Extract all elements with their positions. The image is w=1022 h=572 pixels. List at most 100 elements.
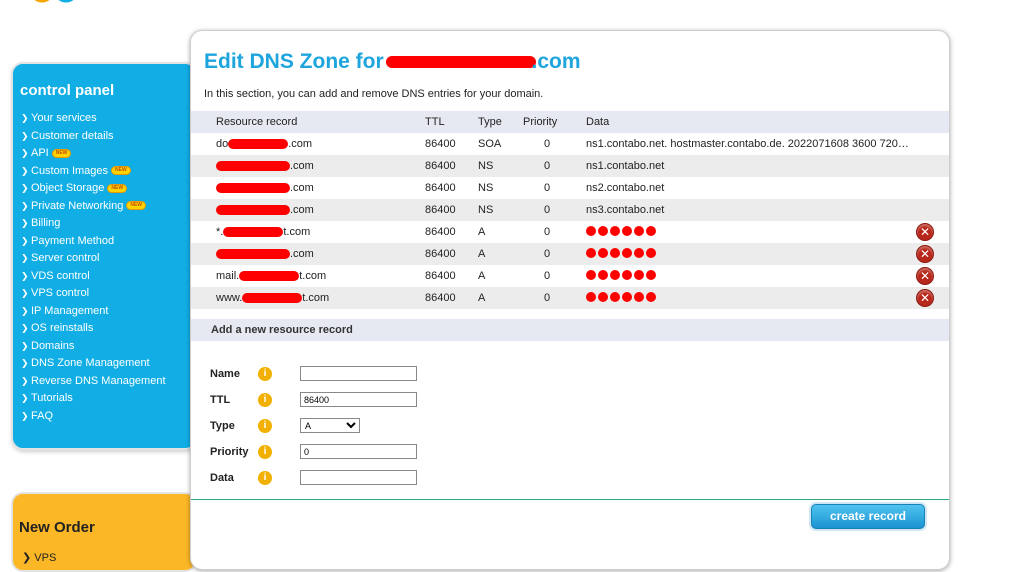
info-icon[interactable]: i: [258, 445, 272, 459]
record-ttl-cell-text: 86400: [425, 204, 456, 216]
record-name-suffix: t.com: [302, 292, 330, 304]
type-select[interactable]: A: [300, 418, 360, 433]
sidebar-item-private-networking[interactable]: ❯ Private Networking NEW: [21, 198, 166, 216]
record-name-cell: mail. t.com: [191, 265, 425, 287]
redaction-mark: [223, 227, 284, 238]
sidebar-item-reverse-dns-management[interactable]: ❯ Reverse DNS Management: [21, 373, 166, 391]
sidebar-item-vds-control[interactable]: ❯ VDS control: [21, 268, 166, 286]
record-type-cell: NS: [478, 177, 523, 199]
record-name-prefix: do: [216, 138, 229, 150]
column-header-actions: [916, 111, 949, 133]
sidebar-item-vps-control[interactable]: ❯ VPS control: [21, 285, 166, 303]
record-name-suffix: t.com: [283, 226, 311, 238]
record-data-cell-text: ns1.contabo.net. hostmaster.contabo.de. …: [586, 138, 909, 150]
control-panel-sidebar: control panel ❯ Your services ❯ Customer de…: [11, 62, 197, 450]
intro-text: In this section, you can add and remove …: [204, 88, 544, 100]
chevron-right-icon: ❯: [21, 148, 29, 158]
create-record-button[interactable]: create record: [811, 504, 925, 529]
column-header-resource-record: Resource record: [191, 111, 425, 133]
record-ttl-cell: 86400: [425, 287, 478, 309]
sidebar-item-label: Reverse DNS Management: [31, 374, 166, 387]
record-name-cell: .com: [191, 199, 425, 221]
sidebar-item-ip-management[interactable]: ❯ IP Management: [21, 303, 166, 321]
chevron-right-icon: ❯: [21, 375, 29, 386]
column-header-type: Type: [478, 111, 523, 133]
priority-input[interactable]: [300, 444, 417, 459]
table-row: mail. t.com 86400 A 0 ✕: [191, 265, 949, 287]
record-priority-cell: 0: [523, 177, 586, 199]
table-row: .com 86400 NS 0 ns2.contabo.net: [191, 177, 949, 199]
delete-record-icon[interactable]: ✕: [916, 223, 934, 241]
chevron-right-icon: ❯: [21, 305, 29, 316]
sidebar-item-domains[interactable]: ❯ Domains: [21, 338, 166, 356]
sidebar-item-customer-details[interactable]: ❯ Customer details: [21, 128, 166, 146]
sidebar-item-label: Private Networking: [31, 199, 124, 212]
chevron-right-icon: ❯: [21, 270, 29, 281]
record-actions-cell: ✕: [916, 287, 949, 309]
record-data-cell-text: ns3.contabo.net: [586, 204, 665, 216]
ttl-label: TTL: [210, 394, 231, 406]
sidebar-item-label: Billing: [31, 217, 61, 229]
column-header-ttl: TTL: [425, 111, 478, 133]
record-name-prefix: *.: [216, 226, 224, 238]
record-data-cell: ns2.contabo.net: [586, 177, 916, 199]
redaction-mark: [216, 249, 290, 260]
record-ttl-cell-text: 86400: [425, 160, 456, 172]
info-icon[interactable]: i: [258, 393, 272, 407]
name-input[interactable]: [300, 366, 417, 381]
sidebar-item-billing[interactable]: ❯ Billing: [21, 215, 166, 233]
new-order-item-vps[interactable]: ❯ VPS: [22, 551, 56, 564]
data-input[interactable]: [300, 470, 417, 485]
add-record-header: Add a new resource record: [191, 319, 949, 341]
sidebar-item-api[interactable]: ❯ API NEW: [21, 145, 166, 163]
chevron-right-icon: ❯: [21, 130, 29, 141]
record-ttl-cell-text: 86400: [425, 248, 456, 260]
chevron-right-icon: ❯: [21, 183, 29, 193]
new-badge: NEW: [126, 201, 146, 211]
sidebar-item-os-reinstalls[interactable]: ❯ OS reinstalls: [21, 320, 166, 338]
sidebar-item-label: OS reinstalls: [31, 322, 94, 334]
delete-record-icon[interactable]: ✕: [916, 289, 934, 307]
chevron-right-icon: ❯: [21, 113, 29, 123]
record-name-prefix: www.: [216, 292, 243, 304]
chevron-right-icon: ❯: [21, 340, 29, 351]
sidebar-item-your-services[interactable]: ❯ Your services: [21, 110, 166, 128]
sidebar-item-label: Custom Images: [31, 164, 109, 177]
record-type-cell: NS: [478, 155, 523, 177]
record-actions-cell: [916, 199, 949, 221]
sidebar-item-payment-method[interactable]: ❯ Payment Method: [21, 233, 166, 251]
redaction-mark: [239, 271, 300, 282]
info-icon[interactable]: i: [258, 471, 272, 485]
delete-record-icon[interactable]: ✕: [916, 245, 934, 263]
redaction-mark: [586, 291, 658, 305]
table-row: do .com 86400 SOA 0 ns1.contabo.net. hostmast…: [191, 133, 949, 155]
sidebar-item-server-control[interactable]: ❯ Server control: [21, 250, 166, 268]
column-header-data: Data: [586, 111, 916, 133]
sidebar-item-tutorials[interactable]: ❯ Tutorials: [21, 390, 166, 408]
sidebar-item-label: Payment Method: [31, 234, 115, 247]
delete-record-icon[interactable]: ✕: [916, 267, 934, 285]
info-icon[interactable]: i: [258, 419, 272, 433]
record-type-cell: A: [478, 265, 523, 287]
record-ttl-cell: 86400: [425, 265, 478, 287]
chevron-right-icon: ❯: [21, 393, 29, 403]
ttl-input[interactable]: [300, 392, 417, 407]
chevron-right-icon: ❯: [21, 288, 29, 298]
sidebar-item-label: Domains: [31, 339, 75, 352]
sidebar-item-label: Server control: [31, 252, 100, 264]
sidebar-item-custom-images[interactable]: ❯ Custom Images NEW: [21, 163, 166, 181]
name-label: Name: [210, 368, 240, 380]
redaction-mark: [228, 139, 289, 150]
redaction-mark: [385, 56, 536, 69]
sidebar-item-label: IP Management: [31, 304, 109, 317]
type-label: Type: [210, 420, 235, 432]
sidebar-menu: ❯ Your services ❯ Customer details ❯ API NEW ❯ C…: [21, 110, 166, 425]
record-type-cell-text: NS: [478, 182, 494, 194]
sidebar-item-dns-zone-management[interactable]: ❯ DNS Zone Management: [21, 355, 166, 373]
new-badge: NEW: [107, 183, 128, 193]
sidebar-item-faq[interactable]: ❯ FAQ: [21, 408, 166, 426]
record-ttl-cell: 86400: [425, 133, 478, 155]
sidebar-item-object-storage[interactable]: ❯ Object Storage NEW: [21, 180, 166, 198]
chevron-right-icon: ❯: [21, 165, 29, 176]
info-icon[interactable]: i: [258, 367, 272, 381]
